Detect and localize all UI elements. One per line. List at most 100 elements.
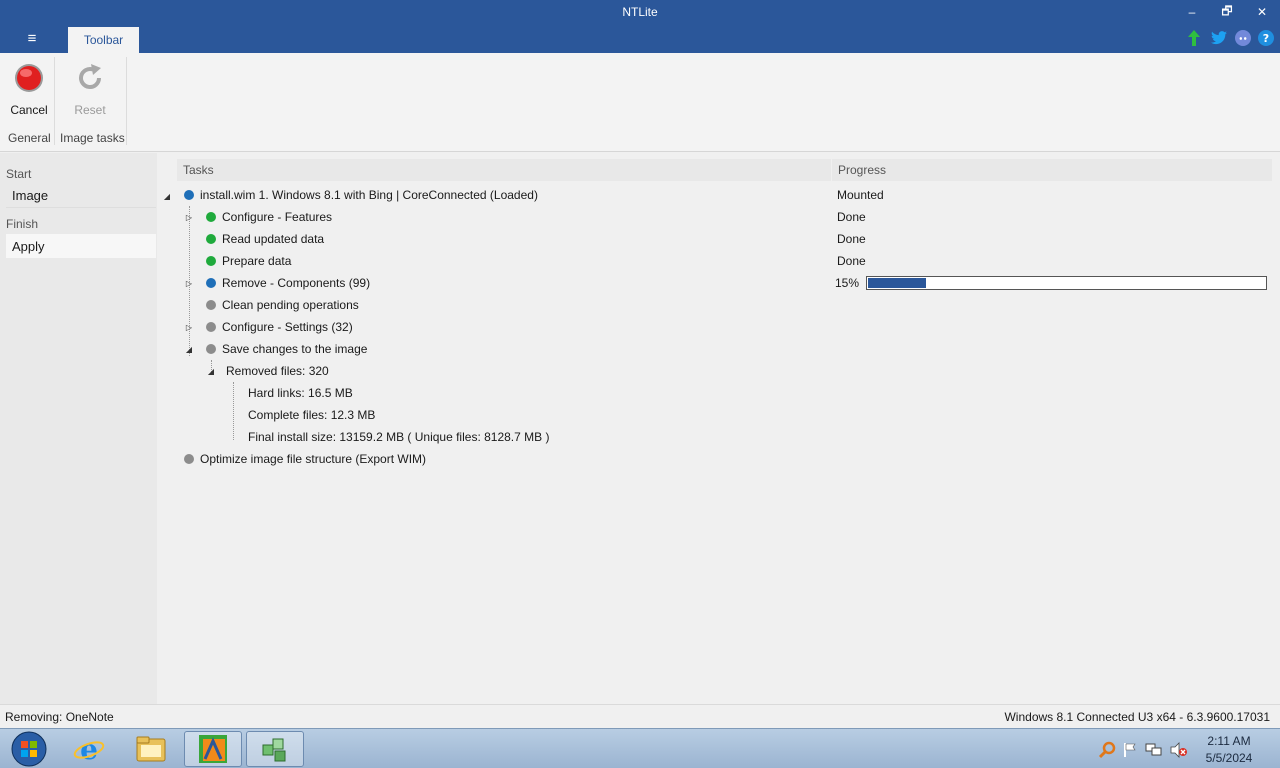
svg-text:e: e <box>80 733 98 765</box>
task-row-clean-pending[interactable]: Clean pending operations <box>206 294 359 316</box>
task-label: Configure - Settings (32) <box>222 320 353 334</box>
discord-icon[interactable] <box>1234 29 1252 47</box>
ribbon-separator <box>54 57 55 145</box>
expand-arrow-icon[interactable]: ▷ <box>184 212 194 222</box>
task-label: Clean pending operations <box>222 298 359 312</box>
minimize-button[interactable]: ‒ <box>1175 2 1209 22</box>
svg-text:?: ? <box>1263 32 1269 45</box>
task-status: Done <box>837 210 866 224</box>
reset-button[interactable]: Reset <box>66 61 114 117</box>
menu-icon[interactable]: ≡ <box>22 30 42 48</box>
task-row-optimize-image[interactable]: Optimize image file structure (Export WI… <box>184 448 426 470</box>
clock[interactable]: 2:11 AM 5/5/2024 <box>1200 733 1258 767</box>
close-button[interactable]: ✕ <box>1245 2 1279 22</box>
upload-arrow-icon[interactable] <box>1185 29 1203 47</box>
help-icon[interactable]: ? <box>1257 29 1275 47</box>
task-row-read-updated-data[interactable]: Read updated data <box>206 228 324 250</box>
status-dot-icon <box>206 278 216 288</box>
task-label: Complete files: 12.3 MB <box>248 408 376 422</box>
column-header-progress[interactable]: Progress <box>832 159 1272 181</box>
task-label: Prepare data <box>222 254 292 268</box>
progress-bar <box>866 276 1267 290</box>
taskbar: e 2:11 AM 5/5/2024 <box>0 728 1280 768</box>
tree-line <box>233 382 234 440</box>
status-dot-icon <box>206 256 216 266</box>
status-text: Removing: OneNote <box>5 710 114 724</box>
ntlite-taskbar-button[interactable] <box>184 731 242 767</box>
internet-explorer-taskbar-button[interactable]: e <box>60 731 118 767</box>
stop-icon <box>15 64 43 92</box>
task-label: Configure - Features <box>222 210 333 224</box>
status-dot-icon <box>206 300 216 310</box>
task-label: Read updated data <box>222 232 325 246</box>
expand-arrow-icon[interactable]: ▷ <box>184 278 194 288</box>
task-label: Optimize image file structure (Export WI… <box>200 452 427 466</box>
start-button[interactable] <box>0 731 58 767</box>
file-explorer-taskbar-button[interactable] <box>122 731 180 767</box>
window-title: NTLite <box>622 5 658 19</box>
group-label-image-tasks: Image tasks <box>60 131 125 145</box>
collapse-arrow-icon[interactable]: ◢ <box>162 191 172 201</box>
cancel-button[interactable]: Cancel <box>5 61 53 117</box>
action-center-flag-icon[interactable] <box>1121 741 1139 759</box>
ribbon: Cancel Reset General Image tasks <box>0 53 1280 152</box>
status-bar: Removing: OneNote Windows 8.1 Connected … <box>0 704 1280 728</box>
windows-start-icon <box>11 731 47 767</box>
nav-item-apply[interactable]: Apply <box>6 234 156 258</box>
task-row-configure-settings[interactable]: Configure - Settings (32) <box>206 316 353 338</box>
task-panel: Tasks Progress ◢ install.wim 1. Windows … <box>157 153 1280 704</box>
task-label: Remove - Components (99) <box>222 276 371 290</box>
task-row-hard-links[interactable]: Hard links: 16.5 MB <box>248 382 353 404</box>
task-row-root[interactable]: install.wim 1. Windows 8.1 with Bing | C… <box>184 184 538 206</box>
progress-bar-fill <box>868 278 926 288</box>
version-text: Windows 8.1 Connected U3 x64 - 6.3.9600.… <box>1004 710 1270 724</box>
search-tray-icon[interactable] <box>1098 741 1116 759</box>
nav-section-start: Start <box>6 167 32 181</box>
task-status: Mounted <box>837 188 884 202</box>
task-row-configure-features[interactable]: Configure - Features <box>206 206 332 228</box>
volume-muted-icon[interactable] <box>1170 741 1188 759</box>
task-label: Save changes to the image <box>222 342 368 356</box>
task-status: Done <box>837 232 866 246</box>
clock-date: 5/5/2024 <box>1205 751 1253 765</box>
task-label: Removed files: 320 <box>226 364 329 378</box>
clock-time: 2:11 AM <box>1207 734 1251 748</box>
ribbon-separator <box>126 57 127 145</box>
task-status: Done <box>837 254 866 268</box>
title-bar: NTLite ‒ 🗗 ✕ ≡ Toolbar ? <box>0 0 1280 53</box>
task-row-remove-components[interactable]: Remove - Components (99) <box>206 272 370 294</box>
task-row-save-changes[interactable]: Save changes to the image <box>206 338 367 360</box>
status-dot-icon <box>206 344 216 354</box>
task-row-final-install-size[interactable]: Final install size: 13159.2 MB ( Unique … <box>248 426 549 448</box>
status-dot-icon <box>206 212 216 222</box>
task-label: Hard links: 16.5 MB <box>248 386 353 400</box>
reset-label: Reset <box>74 103 106 117</box>
twitter-icon[interactable] <box>1210 29 1228 47</box>
status-dot-icon <box>206 234 216 244</box>
collapse-arrow-icon[interactable]: ◢ <box>184 344 194 354</box>
nav-section-finish: Finish <box>6 217 39 231</box>
task-row-removed-files[interactable]: Removed files: 320 <box>226 360 329 382</box>
task-label: Final install size: 13159.2 MB ( Unique … <box>248 430 550 444</box>
status-dot-icon <box>206 322 216 332</box>
cube-app-icon <box>262 738 286 762</box>
internet-explorer-icon: e <box>73 733 105 765</box>
nav-item-image[interactable]: Image <box>6 184 156 208</box>
task-label: install.wim 1. Windows 8.1 with Bing | C… <box>200 188 538 202</box>
collapse-arrow-icon[interactable]: ◢ <box>206 366 216 376</box>
expand-arrow-icon[interactable]: ▷ <box>184 322 194 332</box>
restore-button[interactable]: 🗗 <box>1210 2 1244 22</box>
task-row-prepare-data[interactable]: Prepare data <box>206 250 291 272</box>
tab-toolbar[interactable]: Toolbar <box>68 27 139 53</box>
cancel-label: Cancel <box>10 103 48 117</box>
status-dot-icon <box>184 190 194 200</box>
left-nav: Start Image Finish Apply <box>0 153 157 704</box>
status-dot-icon <box>184 454 194 464</box>
progress-percent: 15% <box>835 276 860 290</box>
group-label-general: General <box>8 131 51 145</box>
column-header-tasks[interactable]: Tasks <box>177 159 831 181</box>
network-icon[interactable] <box>1145 741 1163 759</box>
task-row-complete-files[interactable]: Complete files: 12.3 MB <box>248 404 375 426</box>
refresh-icon <box>79 64 101 89</box>
setup-taskbar-button[interactable] <box>246 731 304 767</box>
